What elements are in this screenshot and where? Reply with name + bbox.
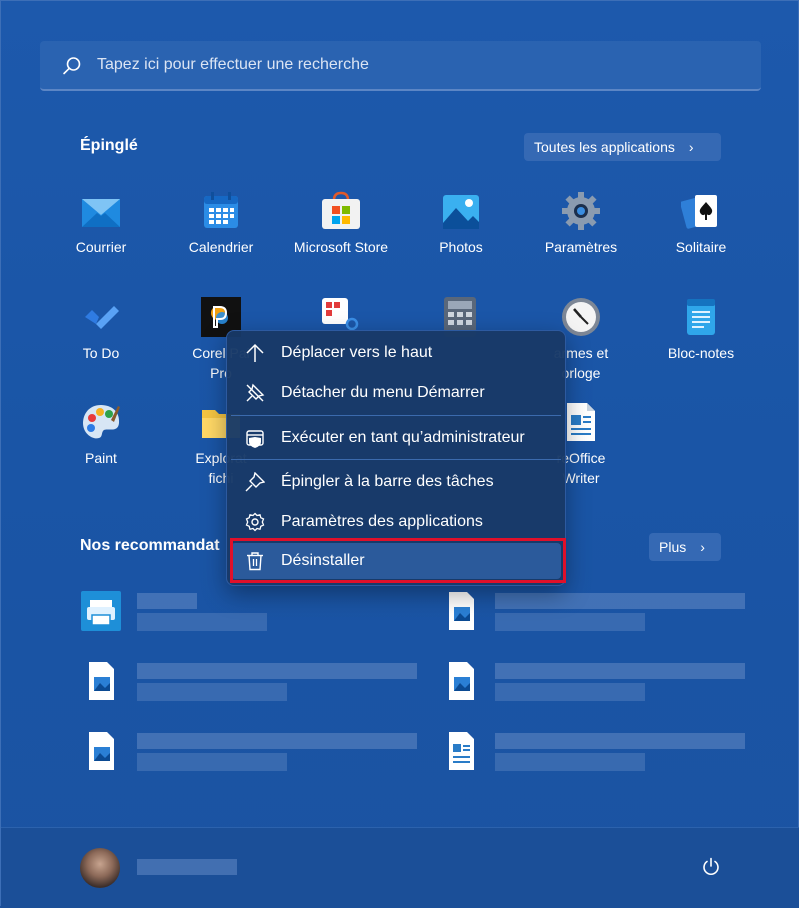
- search-input[interactable]: [95, 49, 719, 81]
- app-todo[interactable]: To Do: [41, 297, 161, 363]
- gear-icon: [245, 512, 265, 532]
- blurred-item-detail: [495, 753, 645, 771]
- blurred-item-name: [137, 733, 417, 749]
- power-button[interactable]: [701, 857, 721, 882]
- calendar-icon: [201, 191, 241, 231]
- image-file-icon: [81, 731, 121, 771]
- app-parametres[interactable]: Paramètres: [521, 191, 641, 257]
- image-file-icon: [441, 661, 481, 701]
- paint-palette-icon: [81, 402, 121, 442]
- pin-icon: [245, 472, 265, 492]
- mail-icon: [81, 191, 121, 231]
- app-calendrier[interactable]: Calendrier: [161, 191, 281, 257]
- highlight-box: [230, 538, 566, 583]
- admin-shield-icon: [246, 430, 264, 448]
- pinned-title: Épinglé: [80, 137, 138, 154]
- store-icon: [321, 191, 361, 231]
- blurred-item-name: [137, 663, 417, 679]
- blurred-item-name: [137, 593, 197, 609]
- notepad-icon: [681, 297, 721, 337]
- menu-item-move-up[interactable]: Déplacer vers le haut: [231, 335, 561, 371]
- blurred-item-detail: [137, 613, 267, 631]
- app-photos[interactable]: Photos: [401, 191, 521, 257]
- search-icon: [63, 57, 81, 75]
- arrow-up-icon: [246, 343, 264, 362]
- app-microsoft-store[interactable]: Microsoft Store: [281, 191, 401, 257]
- blurred-item-detail: [495, 683, 645, 701]
- settings-gear-icon: [561, 191, 601, 231]
- blurred-item-detail: [137, 753, 287, 771]
- app-courrier[interactable]: Courrier: [41, 191, 161, 257]
- menu-divider: [231, 415, 561, 416]
- more-label: Plus: [659, 539, 687, 555]
- avatar[interactable]: [80, 848, 120, 888]
- all-apps-label: Toutes les applications: [534, 139, 675, 155]
- blurred-item-name: [495, 593, 745, 609]
- recommended-title: Nos recommandat: [80, 537, 220, 554]
- printer-app-icon: [81, 591, 121, 631]
- power-icon: [703, 857, 719, 875]
- blurred-item-name: [495, 663, 745, 679]
- image-file-icon: [441, 591, 481, 631]
- image-file-icon: [81, 661, 121, 701]
- blurred-item-detail: [137, 683, 287, 701]
- libreoffice-writer-icon: [561, 402, 601, 442]
- solitaire-cards-icon: [680, 191, 721, 231]
- app-paint[interactable]: Paint: [41, 402, 161, 468]
- all-apps-button[interactable]: Toutes les applications ›: [524, 133, 721, 161]
- search-bar[interactable]: [40, 41, 761, 91]
- blurred-item-name: [495, 733, 745, 749]
- menu-divider: [231, 459, 561, 460]
- menu-item-app-settings[interactable]: Paramètres des applications: [231, 504, 561, 540]
- unpin-icon: [246, 383, 265, 402]
- chevron-right-icon: ›: [700, 539, 705, 555]
- blurred-item-detail: [495, 613, 645, 631]
- start-menu: Épinglé Toutes les applications › Courrie…: [0, 0, 799, 908]
- menu-item-run-as-admin[interactable]: Exécuter en tant qu’administrateur: [231, 420, 561, 456]
- blurred-user-name[interactable]: [137, 859, 237, 875]
- writer-document-icon: [441, 731, 481, 771]
- clock-icon: [561, 297, 601, 337]
- photos-icon: [441, 191, 481, 231]
- chevron-right-icon: ›: [688, 139, 694, 155]
- app-solitaire[interactable]: Solitaire: [641, 191, 761, 257]
- more-button[interactable]: Plus ›: [649, 533, 721, 561]
- app-bloc-notes[interactable]: Bloc-notes: [641, 297, 761, 363]
- menu-item-pin-taskbar[interactable]: Épingler à la barre des tâches: [231, 464, 561, 500]
- todo-check-icon: [81, 297, 121, 337]
- menu-item-unpin-start[interactable]: Détacher du menu Démarrer: [231, 375, 561, 411]
- start-footer: [1, 827, 799, 908]
